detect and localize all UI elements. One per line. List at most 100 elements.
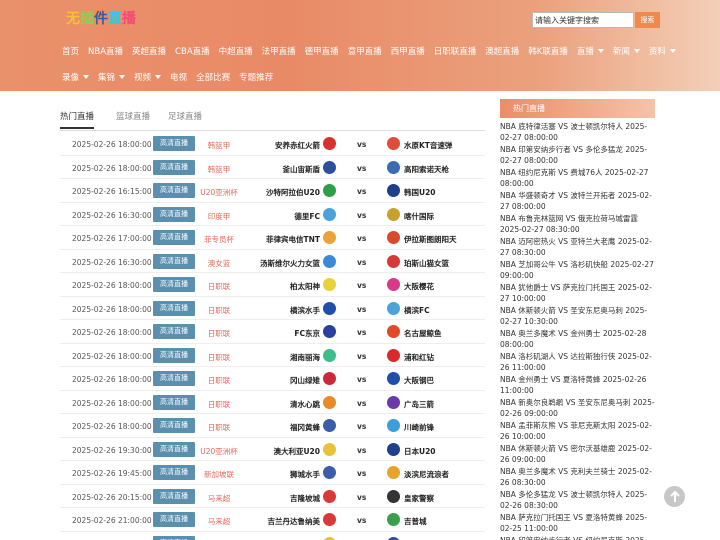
home-team[interactable]: 釜山宙斯盾	[283, 164, 321, 175]
sidebar-match-link[interactable]: NBA 芝加哥公牛 VS 洛杉矶快船 2025-02-27 09:00:00	[500, 260, 655, 283]
league-link[interactable]: 日职联	[200, 328, 238, 339]
live-button[interactable]: 高清直播	[153, 253, 195, 269]
away-team[interactable]: 珀斯山猫女篮	[404, 258, 449, 269]
site-logo[interactable]: 无插件直播	[66, 8, 136, 28]
live-button[interactable]: 高清直播	[153, 136, 195, 151]
away-team[interactable]: 水原KT音速弹	[404, 140, 452, 151]
live-button[interactable]: 高清直播	[153, 206, 195, 222]
nav-item[interactable]: 意甲直播	[348, 45, 382, 57]
tab-basketball-live[interactable]: 篮球直播	[116, 110, 150, 127]
nav-item[interactable]: 电视	[170, 71, 187, 83]
home-team[interactable]: 吉隆坡城	[290, 493, 320, 504]
live-button[interactable]: 高清直播	[153, 324, 195, 339]
tab-football-live[interactable]: 足球直播	[168, 110, 202, 127]
sidebar-match-link[interactable]: NBA 休斯顿火箭 VS 圣安东尼奥马刺 2025-02-27 10:30:00	[500, 306, 655, 329]
league-link[interactable]: 日职联	[200, 352, 238, 363]
league-link[interactable]: 韩篮甲	[200, 164, 238, 175]
sidebar-match-link[interactable]: NBA 印第安纳步行者 VS 纽约尼克斯 2025-02-25	[500, 536, 655, 540]
sidebar-match-link[interactable]: NBA 奥兰多魔术 VS 金州勇士 2025-02-28 08:00:00	[500, 329, 655, 352]
sidebar-match-link[interactable]: NBA 新奥尔良鹈鹕 VS 圣安东尼奥马刺 2025-02-26 09:00:0…	[500, 398, 655, 421]
live-button[interactable]: 高清直播	[153, 535, 195, 540]
sidebar-match-link[interactable]: NBA 休斯顿火箭 VS 密尔沃基雄鹿 2025-02-26 09:00:00	[500, 444, 655, 467]
nav-item[interactable]: 资料	[649, 45, 676, 57]
league-link[interactable]: 马来超	[200, 516, 238, 527]
sidebar-match-link[interactable]: NBA 布鲁克林篮网 VS 俄克拉荷马城雷霆 2025-02-27 08:30:…	[500, 214, 655, 237]
nav-item[interactable]: 澳超直播	[485, 45, 519, 57]
sidebar-match-link[interactable]: NBA 犹他爵士 VS 萨克拉门托国王 2025-02-27 10:00:00	[500, 283, 655, 306]
sidebar-match-link[interactable]: NBA 萨克拉门托国王 VS 夏洛特黄蜂 2025-02-25 11:00:00	[500, 513, 655, 536]
away-team[interactable]: 皇家警察	[404, 493, 434, 504]
away-team[interactable]: 喀什国际	[404, 211, 434, 222]
league-link[interactable]: 日职联	[200, 375, 238, 386]
nav-item[interactable]: 首页	[62, 45, 79, 57]
away-team[interactable]: 名古屋鲸鱼	[404, 328, 442, 339]
league-link[interactable]: 日职联	[200, 281, 238, 292]
league-link[interactable]: 澳女篮	[200, 258, 238, 269]
nav-item[interactable]: 韩K联直播	[528, 45, 568, 57]
away-team[interactable]: 川崎前锋	[404, 422, 434, 433]
league-link[interactable]: 日职联	[200, 422, 238, 433]
away-team[interactable]: 淡滨尼流浪者	[404, 469, 449, 480]
away-team[interactable]: 大阪樱花	[404, 281, 434, 292]
sidebar-match-link[interactable]: NBA 底特律活塞 VS 波士顿凯尔特人 2025-02-27 08:00:00	[500, 122, 655, 145]
away-team[interactable]: 浦和红钻	[404, 352, 434, 363]
nav-item[interactable]: 英超直播	[132, 45, 166, 57]
away-team[interactable]: 高阳索诺天枪	[404, 164, 449, 175]
league-link[interactable]: 菲专员杯	[200, 234, 238, 245]
search-button[interactable]: 搜索	[635, 12, 660, 28]
away-team[interactable]: 吉普城	[404, 516, 427, 527]
home-team[interactable]: FC东京	[294, 328, 320, 339]
league-link[interactable]: 印度甲	[200, 211, 238, 222]
nav-item[interactable]: 全部比赛	[196, 71, 230, 83]
sidebar-match-link[interactable]: NBA 印第安纳步行者 VS 多伦多猛龙 2025-02-27 08:00:00	[500, 145, 655, 168]
sidebar-match-link[interactable]: NBA 洛杉矶湖人 VS 达拉斯独行侠 2025-02-26 11:00:00	[500, 352, 655, 375]
home-team[interactable]: 福冈黄蜂	[290, 422, 320, 433]
home-team[interactable]: 沙特阿拉伯U20	[266, 187, 320, 198]
nav-item[interactable]: 专题推荐	[239, 71, 273, 83]
away-team[interactable]: 伊拉斯图朗阳天	[404, 234, 457, 245]
home-team[interactable]: 柏太阳神	[290, 281, 320, 292]
home-team[interactable]: 狮城水手	[290, 469, 320, 480]
home-team[interactable]: 德里FC	[294, 211, 320, 222]
league-link[interactable]: 韩篮甲	[200, 140, 238, 151]
live-button[interactable]: 高清直播	[153, 159, 195, 175]
live-button[interactable]: 高清直播	[153, 277, 195, 292]
live-button[interactable]: 高清直播	[153, 418, 195, 433]
nav-item[interactable]: 直播	[577, 45, 604, 57]
nav-item[interactable]: 西甲直播	[391, 45, 425, 57]
sidebar-match-link[interactable]: NBA 孟菲斯灰熊 VS 菲尼克斯太阳 2025-02-26 10:00:00	[500, 421, 655, 444]
league-link[interactable]: 日职联	[200, 305, 238, 316]
league-link[interactable]: 新加坡联	[200, 469, 238, 480]
live-button[interactable]: 高清直播	[153, 300, 195, 316]
search-input[interactable]	[532, 12, 634, 28]
nav-item[interactable]: 日职联直播	[434, 45, 477, 57]
live-button[interactable]: 高清直播	[153, 347, 195, 363]
league-link[interactable]: U20亚洲杯	[200, 446, 238, 457]
nav-item[interactable]: 录像	[62, 71, 90, 83]
home-team[interactable]: 汤斯维尔火力女篮	[260, 258, 320, 269]
tab-hot-live[interactable]: 热门直播	[60, 110, 95, 129]
nav-item[interactable]: 法甲直播	[262, 45, 296, 57]
live-button[interactable]: 高清直播	[153, 183, 195, 198]
live-button[interactable]: 高清直播	[153, 230, 195, 245]
home-team[interactable]: 横滨水手	[290, 305, 320, 316]
live-button[interactable]: 高清直播	[153, 512, 195, 527]
home-team[interactable]: 冈山绿雉	[290, 375, 320, 386]
home-team[interactable]: 湘南丽海	[290, 352, 320, 363]
home-team[interactable]: 吉兰丹达鲁纳美	[268, 516, 321, 527]
live-button[interactable]: 高清直播	[153, 394, 195, 410]
live-button[interactable]: 高清直播	[153, 441, 195, 457]
league-link[interactable]: 马来超	[200, 493, 238, 504]
live-button[interactable]: 高清直播	[153, 371, 195, 386]
home-team[interactable]: 菲律宾电信TNT	[266, 234, 320, 245]
sidebar-match-link[interactable]: NBA 奥兰多魔术 VS 克利夫兰骑士 2025-02-26 08:30:00	[500, 467, 655, 490]
nav-item[interactable]: 中超直播	[219, 45, 253, 57]
away-team[interactable]: 广岛三箭	[404, 399, 434, 410]
sidebar-match-link[interactable]: NBA 迈阿密热火 VS 亚特兰大老鹰 2025-02-27 08:30:00	[500, 237, 655, 260]
live-button[interactable]: 高清直播	[153, 488, 195, 504]
nav-item[interactable]: 集锦	[98, 71, 126, 83]
away-team[interactable]: 韩国U20	[404, 187, 436, 198]
live-button[interactable]: 高清直播	[153, 465, 195, 480]
home-team[interactable]: 清水心跳	[290, 399, 320, 410]
league-link[interactable]: U20亚洲杯	[200, 187, 238, 198]
